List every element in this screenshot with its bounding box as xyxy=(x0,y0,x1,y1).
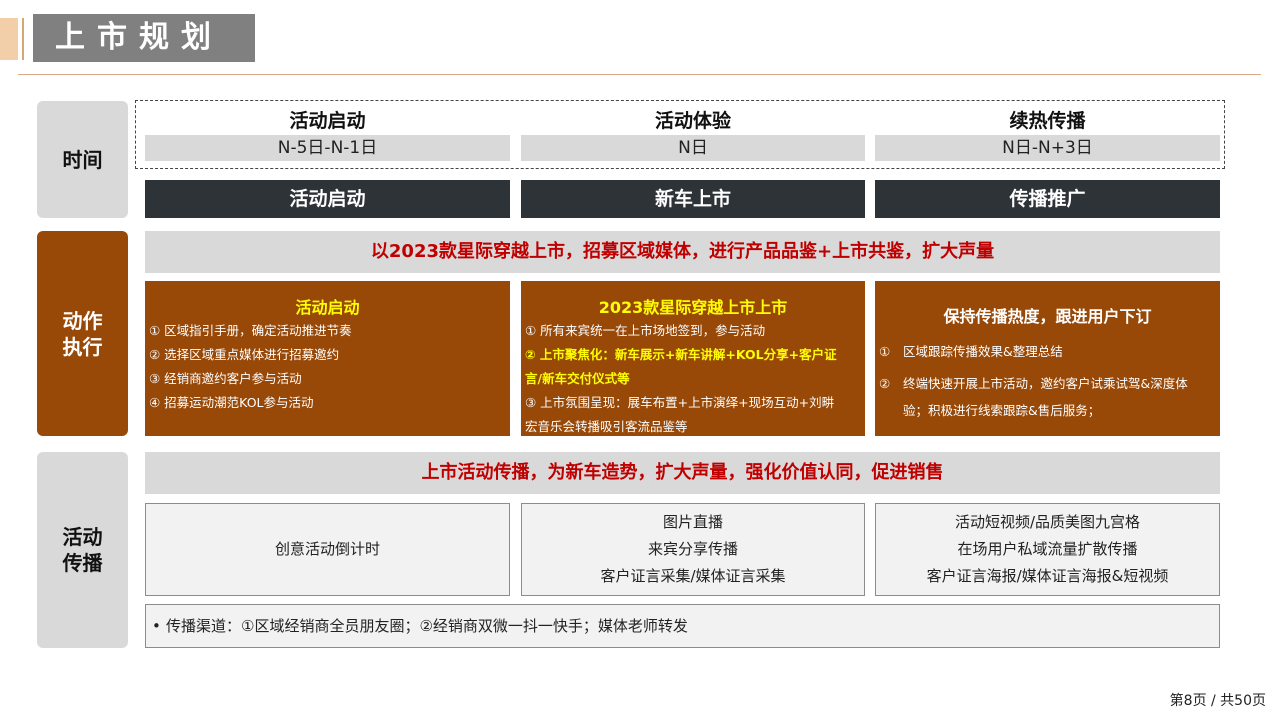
card-list: ① 所有来宾统一在上市场地签到，参与活动 ② 上市聚焦化：新车展示+新车讲解+K… xyxy=(525,319,837,439)
list-item: ② 上市聚焦化：新车展示+新车讲解+KOL分享+客户证 xyxy=(525,347,837,362)
box-line: 创意活动倒计时 xyxy=(274,540,380,558)
phase-date: N日-N+3日 xyxy=(875,135,1220,161)
stage-header: 传播推广 xyxy=(875,180,1220,218)
communication-banner: 上市活动传播，为新车造势，扩大声量，强化价值认同，促进销售 xyxy=(145,452,1220,494)
communication-box: 图片直播 来宾分享传播 客户证言采集/媒体证言采集 xyxy=(521,503,865,596)
channel-text: 传播渠道：①区域经销商全员朋友圈；②经销商双微一抖一快手；媒体老师转发 xyxy=(166,617,688,635)
row-label-time: 时间 xyxy=(37,101,128,218)
card-title: 保持传播热度，跟进用户下订 xyxy=(943,307,1152,326)
stage-header: 活动启动 xyxy=(145,180,510,218)
box-line: 客户证言采集/媒体证言采集 xyxy=(600,567,786,585)
card-title: 2023款星际穿越上市上市 xyxy=(598,298,788,317)
channel-note: • 传播渠道：①区域经销商全员朋友圈；②经销商双微一抖一快手；媒体老师转发 xyxy=(145,604,1220,648)
communication-box: 创意活动倒计时 xyxy=(145,503,510,596)
phase-date: N日 xyxy=(521,135,865,161)
list-item: ② 选择区域重点媒体进行招募邀约 xyxy=(149,347,340,362)
list-item: 宏音乐会转播吸引客流品鉴等 xyxy=(525,419,688,434)
action-card: 活动启动 ① 区域指引手册，确定活动推进节奏 ② 选择区域重点媒体进行招募邀约 … xyxy=(145,281,510,436)
action-card: 保持传播热度，跟进用户下订 ① 区域跟踪传播效果&整理总结 ② 终端快速开展上市活动… xyxy=(875,281,1220,436)
item-number: ② xyxy=(879,376,891,391)
card-list: ① 区域跟踪传播效果&整理总结 ② 终端快速开展上市活动，邀约客户试乘试驾&深度体 … xyxy=(879,336,1188,422)
card-title: 活动启动 xyxy=(295,298,360,317)
list-item: ④ 招募运动潮范KOL参与活动 xyxy=(149,395,314,410)
row-label-communication: 活动 传播 xyxy=(37,452,128,648)
box-line: 在场用户私域流量扩散传播 xyxy=(957,540,1138,558)
box-line: 来宾分享传播 xyxy=(647,540,738,558)
header-divider xyxy=(18,74,1261,75)
phase-date: N-5日-N-1日 xyxy=(145,135,510,161)
title-accent-bar xyxy=(0,18,18,60)
communication-box: 活动短视频/品质美图九宫格 在场用户私域流量扩散传播 客户证言海报/媒体证言海报… xyxy=(875,503,1220,596)
list-item: 言/新车交付仪式等 xyxy=(525,371,630,386)
item-text: 终端快速开展上市活动，邀约客户试乘试驾&深度体 xyxy=(903,376,1188,391)
phase-name: 活动启动 xyxy=(289,110,366,132)
list-item: ① 所有来宾统一在上市场地签到，参与活动 xyxy=(525,323,766,338)
item-number: ① xyxy=(879,344,891,359)
page-title: 上市规划 xyxy=(33,14,255,62)
action-card: 2023款星际穿越上市上市 ① 所有来宾统一在上市场地签到，参与活动 ② 上市聚… xyxy=(521,281,865,436)
list-item: ① 区域跟踪传播效果&整理总结 xyxy=(879,336,1188,368)
list-item: ③ 经销商邀约客户参与活动 xyxy=(149,371,302,386)
card-list: ① 区域指引手册，确定活动推进节奏 ② 选择区域重点媒体进行招募邀约 ③ 经销商… xyxy=(149,319,352,415)
list-item: ② 终端快速开展上市活动，邀约客户试乘试驾&深度体 xyxy=(879,368,1188,400)
box-line: 客户证言海报/媒体证言海报&短视频 xyxy=(926,567,1169,585)
list-item: ① 区域指引手册，确定活动推进节奏 xyxy=(149,323,352,338)
list-item: 验；积极进行线索跟踪&售后服务； xyxy=(903,403,1101,418)
phase-name: 续热传播 xyxy=(1009,110,1086,132)
box-line: 图片直播 xyxy=(662,513,723,531)
title-accent-line xyxy=(22,18,24,60)
page-number: 第8页 / 共50页 xyxy=(1169,693,1266,709)
action-banner: 以2023款星际穿越上市，招募区域媒体，进行产品品鉴+上市共鉴，扩大声量 xyxy=(145,231,1220,273)
row-label-action: 动作 执行 xyxy=(37,231,128,436)
box-line: 活动短视频/品质美图九宫格 xyxy=(954,513,1141,531)
list-item: ③ 上市氛围呈现：展车布置+上市演绎+现场互动+刘畊 xyxy=(525,395,835,410)
bullet-icon: • xyxy=(152,617,161,635)
item-text: 区域跟踪传播效果&整理总结 xyxy=(903,344,1063,359)
stage-header: 新车上市 xyxy=(521,180,865,218)
phase-name: 活动体验 xyxy=(654,110,731,132)
